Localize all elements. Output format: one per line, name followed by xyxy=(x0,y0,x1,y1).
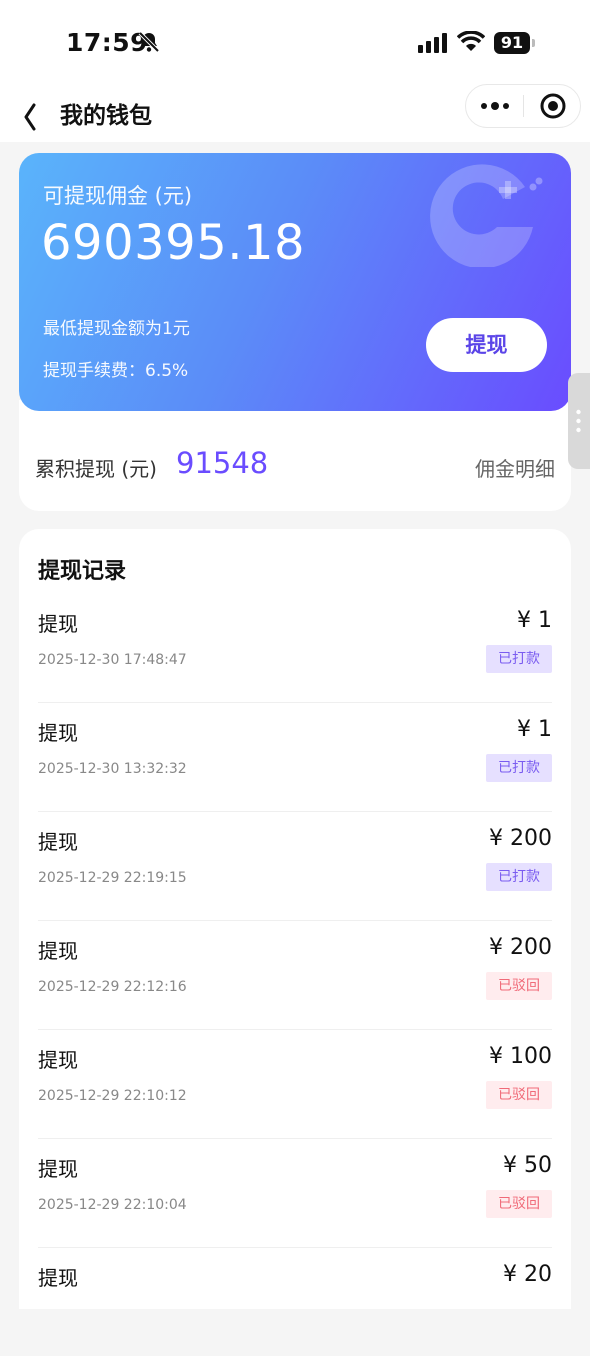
mini-program-capsule xyxy=(465,84,581,128)
record-amount: ¥ 1 xyxy=(517,608,552,633)
record-item[interactable]: 提现 2025-12-29 22:10:04 ¥ 50 已驳回 xyxy=(38,1139,552,1248)
total-withdrawn-card: 累积提现 (元) 91548 佣金明细 xyxy=(19,400,571,511)
record-amount: ¥ 100 xyxy=(489,1044,552,1069)
close-target-icon[interactable] xyxy=(539,92,567,120)
record-name: 提现 xyxy=(38,612,78,636)
available-commission-label: 可提现佣金 (元) xyxy=(43,184,193,208)
record-name: 提现 xyxy=(38,1266,78,1290)
status-time: 17:59 xyxy=(66,28,149,57)
nav-bar: 我的钱包 xyxy=(0,84,590,142)
balance-card: 可提现佣金 (元) 690395.18 最低提现金额为1元 提现手续费：6.5%… xyxy=(19,153,571,411)
total-withdrawn-label: 累积提现 (元) xyxy=(35,457,157,481)
status-badge: 已打款 xyxy=(486,645,552,673)
record-item[interactable]: 提现 2025-12-30 13:32:32 ¥ 1 已打款 xyxy=(38,703,552,812)
record-item[interactable]: 提现 2025-12-30 17:48:47 ¥ 1 已打款 xyxy=(38,594,552,703)
available-commission-amount: 690395.18 xyxy=(41,215,306,271)
record-item[interactable]: 提现 2025-12-29 22:10:12 ¥ 100 已驳回 xyxy=(38,1030,552,1139)
record-time: 2025-12-29 22:10:12 xyxy=(38,1088,187,1104)
total-withdrawn-value: 91548 xyxy=(176,446,269,480)
status-badge: 已打款 xyxy=(486,863,552,891)
more-icon[interactable] xyxy=(480,98,510,114)
min-withdraw-note: 最低提现金额为1元 xyxy=(43,319,190,339)
chevron-left-icon xyxy=(24,103,36,131)
signal-icon xyxy=(418,33,448,57)
status-badge: 已打款 xyxy=(486,754,552,782)
back-button[interactable] xyxy=(12,92,52,132)
status-badge: 已驳回 xyxy=(486,1081,552,1109)
game-logo-watermark-icon xyxy=(415,153,555,269)
bell-muted-icon xyxy=(138,31,160,57)
status-bar: 17:59 91 xyxy=(0,0,590,84)
wifi-icon xyxy=(456,30,486,57)
record-name: 提现 xyxy=(38,1048,78,1072)
withdraw-button[interactable]: 提现 xyxy=(426,318,547,372)
record-amount: ¥ 1 xyxy=(517,717,552,742)
record-item[interactable]: 提现 ¥ 20 xyxy=(38,1248,552,1356)
withdraw-fee-note: 提现手续费：6.5% xyxy=(43,361,189,381)
record-time: 2025-12-30 13:32:32 xyxy=(38,761,187,777)
page-title: 我的钱包 xyxy=(60,103,152,129)
record-name: 提现 xyxy=(38,830,78,854)
record-amount: ¥ 200 xyxy=(489,935,552,960)
battery-indicator: 91 xyxy=(494,32,530,54)
commission-detail-link[interactable]: 佣金明细 xyxy=(475,453,555,482)
record-item[interactable]: 提现 2025-12-29 22:12:16 ¥ 200 已驳回 xyxy=(38,921,552,1030)
status-badge: 已驳回 xyxy=(486,1190,552,1218)
records-title: 提现记录 xyxy=(38,559,127,584)
record-time: 2025-12-30 17:48:47 xyxy=(38,652,187,668)
record-amount: ¥ 200 xyxy=(489,826,552,851)
record-time: 2025-12-29 22:12:16 xyxy=(38,979,187,995)
record-name: 提现 xyxy=(38,721,78,745)
capsule-divider xyxy=(523,95,524,117)
record-amount: ¥ 20 xyxy=(503,1262,552,1287)
withdraw-records-card: 提现记录 提现 2025-12-30 17:48:47 ¥ 1 已打款 提现 2… xyxy=(19,529,571,1309)
vertical-dots-icon xyxy=(576,409,581,433)
status-badge: 已驳回 xyxy=(486,972,552,1000)
record-time: 2025-12-29 22:10:04 xyxy=(38,1197,187,1213)
record-time: 2025-12-29 22:19:15 xyxy=(38,870,187,886)
battery-cap xyxy=(532,39,535,47)
record-name: 提现 xyxy=(38,1157,78,1181)
record-item[interactable]: 提现 2025-12-29 22:19:15 ¥ 200 已打款 xyxy=(38,812,552,921)
side-float-handle[interactable] xyxy=(568,373,590,469)
record-name: 提现 xyxy=(38,939,78,963)
record-list: 提现 2025-12-30 17:48:47 ¥ 1 已打款 提现 2025-1… xyxy=(38,594,552,1356)
record-amount: ¥ 50 xyxy=(503,1153,552,1178)
